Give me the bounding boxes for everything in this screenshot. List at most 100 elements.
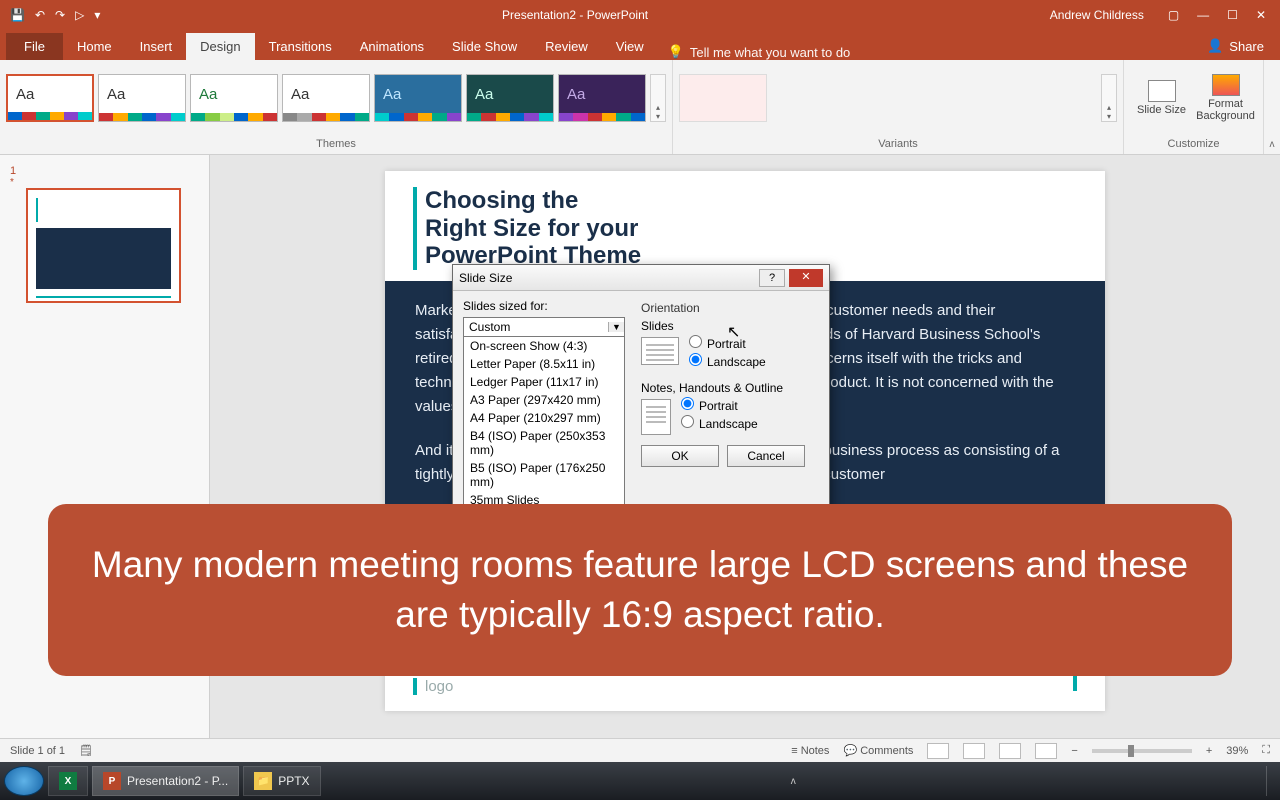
collapse-ribbon-icon[interactable]: ʌ (1264, 60, 1280, 154)
fit-to-window-button[interactable]: ⛶ (1262, 744, 1270, 757)
theme-thumb[interactable]: Aa (374, 74, 462, 122)
dropdown-option[interactable]: B4 (ISO) Paper (250x353 mm) (464, 427, 624, 459)
cancel-button[interactable]: Cancel (727, 445, 805, 467)
combo-value: Custom (464, 320, 608, 334)
minimize-icon[interactable]: — (1197, 8, 1209, 22)
slides-landscape-radio[interactable]: Landscape (689, 353, 766, 371)
tell-me-search[interactable]: 💡 Tell me what you want to do (668, 44, 851, 60)
qat-more-icon[interactable]: ▾ (94, 8, 100, 22)
variants-more-button[interactable]: ▴▾ (1101, 74, 1117, 122)
slideshow-view-button[interactable] (1035, 743, 1057, 759)
page-orientation-icon (641, 399, 671, 435)
start-from-beginning-icon[interactable]: ▷ (75, 8, 84, 22)
redo-icon[interactable]: ↷ (55, 8, 65, 22)
page-orientation-icon (641, 337, 679, 365)
dropdown-option[interactable]: On-screen Show (4:3) (464, 337, 624, 355)
tab-slideshow[interactable]: Slide Show (438, 33, 531, 60)
title-bar: 💾 ↶ ↷ ▷ ▾ Presentation2 - PowerPoint And… (0, 0, 1280, 30)
save-icon[interactable]: 💾 (10, 8, 25, 22)
theme-thumb[interactable]: Aa (558, 74, 646, 122)
bulb-icon: 💡 (668, 44, 684, 60)
dropdown-option[interactable]: Ledger Paper (11x17 in) (464, 373, 624, 391)
dropdown-option[interactable]: Letter Paper (8.5x11 in) (464, 355, 624, 373)
start-button[interactable] (4, 766, 44, 796)
tab-insert[interactable]: Insert (126, 33, 187, 60)
undo-icon[interactable]: ↶ (35, 8, 45, 22)
close-icon[interactable]: ✕ (1256, 8, 1266, 22)
share-icon: 👤 (1207, 38, 1223, 54)
dropdown-option[interactable]: A4 Paper (210x297 mm) (464, 409, 624, 427)
ribbon-tabs: File Home Insert Design Transitions Anim… (0, 30, 1280, 60)
close-icon[interactable]: ✕ (789, 269, 823, 287)
themes-more-button[interactable]: ▴▾ (650, 74, 666, 122)
slides-portrait-radio[interactable]: Portrait (689, 335, 766, 353)
variant-thumb[interactable] (679, 74, 767, 122)
theme-thumb[interactable]: Aa (190, 74, 278, 122)
zoom-out-button[interactable]: − (1071, 745, 1077, 757)
normal-view-button[interactable] (927, 743, 949, 759)
zoom-in-button[interactable]: + (1206, 745, 1212, 757)
show-desktop-button[interactable] (1266, 766, 1276, 796)
caption-overlay: Many modern meeting rooms feature large … (48, 504, 1232, 676)
help-icon[interactable]: ? (759, 269, 785, 287)
sized-for-label: Slides sized for: (463, 299, 629, 313)
taskbar-expand-icon[interactable]: ʌ (785, 776, 802, 787)
zoom-slider[interactable] (1092, 749, 1192, 753)
theme-thumb[interactable]: Aa (98, 74, 186, 122)
notes-landscape-radio[interactable]: Landscape (681, 415, 758, 433)
taskbar-folder[interactable]: 📁PPTX (243, 766, 320, 796)
reading-view-button[interactable] (999, 743, 1021, 759)
ok-button[interactable]: OK (641, 445, 719, 467)
taskbar-powerpoint[interactable]: PPresentation2 - P... (92, 766, 239, 796)
slide-size-button[interactable]: Slide Size (1132, 66, 1192, 130)
chevron-down-icon[interactable]: ▼ (608, 322, 624, 332)
tab-transitions[interactable]: Transitions (255, 33, 346, 60)
dialog-title: Slide Size (459, 271, 755, 285)
status-bar: Slide 1 of 1 🗒 ≡ Notes 💬 Comments − + 39… (0, 738, 1280, 762)
slide-logo[interactable]: logo (413, 678, 453, 695)
ribbon: Aa Aa Aa Aa Aa Aa Aa ▴▾ Themes ▴▾ Varian… (0, 60, 1280, 155)
sized-for-combo[interactable]: Custom ▼ (463, 317, 625, 337)
notes-portrait-radio[interactable]: Portrait (681, 397, 758, 415)
window-title: Presentation2 - PowerPoint (110, 8, 1039, 22)
slide-number: 1 (10, 165, 199, 177)
tab-design[interactable]: Design (186, 33, 254, 60)
powerpoint-icon: P (103, 772, 121, 790)
tell-me-placeholder: Tell me what you want to do (690, 45, 850, 60)
slide-title[interactable]: Choosing theRight Size for yourPowerPoin… (413, 187, 641, 270)
ribbon-display-icon[interactable]: ▢ (1168, 8, 1179, 22)
quick-access-toolbar: 💾 ↶ ↷ ▷ ▾ (0, 8, 110, 22)
slide-sorter-button[interactable] (963, 743, 985, 759)
notes-button[interactable]: ≡ Notes (791, 745, 829, 757)
format-background-button[interactable]: Format Background (1196, 66, 1256, 130)
dropdown-option[interactable]: A3 Paper (297x420 mm) (464, 391, 624, 409)
tab-file[interactable]: File (6, 33, 63, 60)
slide-size-dialog: Slide Size ? ✕ Slides sized for: Custom … (452, 264, 830, 541)
spellcheck-icon[interactable]: 🗒 (79, 744, 93, 757)
comments-button[interactable]: 💬 Comments (843, 744, 913, 757)
tab-animations[interactable]: Animations (346, 33, 438, 60)
slides-orientation-label: Slides (641, 319, 819, 333)
dialog-titlebar[interactable]: Slide Size ? ✕ (453, 265, 829, 291)
slide-size-icon (1148, 80, 1176, 102)
maximize-icon[interactable]: ☐ (1227, 8, 1238, 22)
taskbar-excel[interactable]: X (48, 766, 88, 796)
tab-view[interactable]: View (602, 33, 658, 60)
orientation-label: Orientation (641, 301, 819, 315)
dropdown-option[interactable]: B5 (ISO) Paper (176x250 mm) (464, 459, 624, 491)
theme-thumb[interactable]: Aa (6, 74, 94, 122)
user-name[interactable]: Andrew Childress (1040, 8, 1154, 22)
variants-label: Variants (673, 136, 1123, 154)
tab-review[interactable]: Review (531, 33, 602, 60)
sized-for-dropdown: On-screen Show (4:3) Letter Paper (8.5x1… (463, 337, 625, 528)
theme-thumb[interactable]: Aa (282, 74, 370, 122)
variants-group: ▴▾ Variants (673, 60, 1124, 154)
slide-counter[interactable]: Slide 1 of 1 (10, 745, 65, 757)
zoom-level[interactable]: 39% (1226, 745, 1248, 757)
excel-icon: X (59, 772, 77, 790)
slide-thumbnail[interactable] (26, 188, 181, 303)
theme-thumb[interactable]: Aa (466, 74, 554, 122)
share-button[interactable]: 👤 Share (1191, 32, 1280, 60)
tab-home[interactable]: Home (63, 33, 126, 60)
themes-group: Aa Aa Aa Aa Aa Aa Aa ▴▾ Themes (0, 60, 673, 154)
